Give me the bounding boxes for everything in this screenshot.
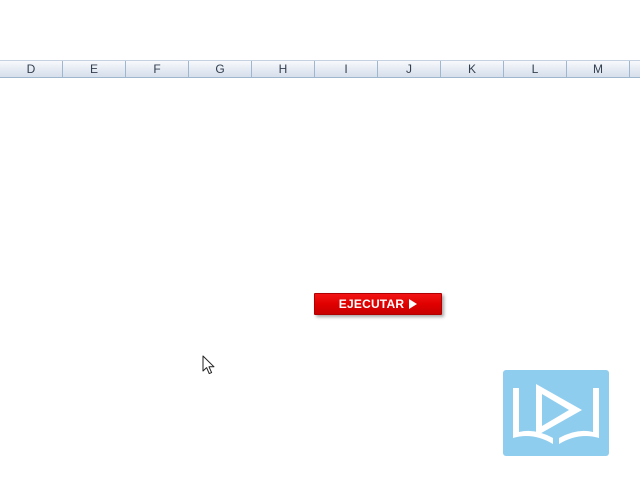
play-icon bbox=[409, 299, 418, 309]
column-header-k[interactable]: K bbox=[441, 61, 504, 77]
column-header-e[interactable]: E bbox=[63, 61, 126, 77]
excel-sheet-view: D E F G H I J K L M EJECUTAR bbox=[0, 0, 640, 480]
column-header-h[interactable]: H bbox=[252, 61, 315, 77]
column-header-g[interactable]: G bbox=[189, 61, 252, 77]
column-header-bar: D E F G H I J K L M bbox=[0, 60, 640, 78]
column-header-f[interactable]: F bbox=[126, 61, 189, 77]
book-play-logo bbox=[503, 370, 609, 456]
column-header-next[interactable] bbox=[630, 61, 640, 77]
column-header-d[interactable]: D bbox=[0, 61, 63, 77]
column-header-i[interactable]: I bbox=[315, 61, 378, 77]
ejecutar-button[interactable]: EJECUTAR bbox=[314, 293, 442, 315]
mouse-pointer-icon bbox=[202, 355, 215, 375]
column-header-m[interactable]: M bbox=[567, 61, 630, 77]
column-header-j[interactable]: J bbox=[378, 61, 441, 77]
ejecutar-button-label: EJECUTAR bbox=[338, 297, 405, 311]
column-header-l[interactable]: L bbox=[504, 61, 567, 77]
